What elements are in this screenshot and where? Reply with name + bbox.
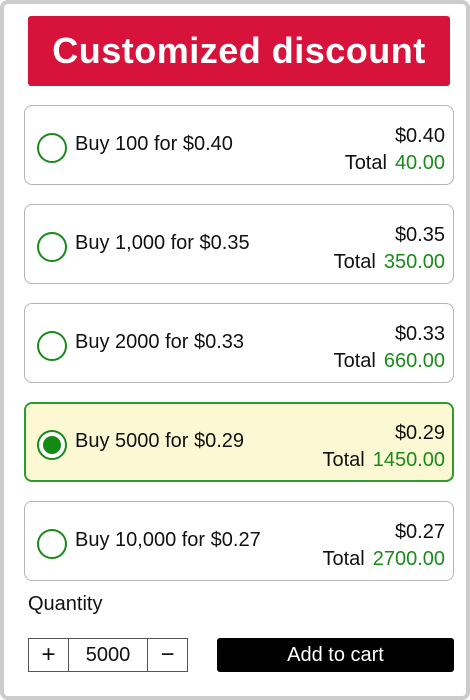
page-title: Customized discount bbox=[28, 16, 450, 86]
discount-option[interactable]: Buy 1,000 for $0.35 $0.35 Total 350.00 bbox=[24, 204, 454, 284]
total-value: 40.00 bbox=[394, 152, 445, 174]
total-value: 660.00 bbox=[383, 350, 445, 372]
discount-option[interactable]: Buy 2000 for $0.33 $0.33 Total 660.00 bbox=[24, 303, 454, 383]
unit-price: $0.33 bbox=[394, 323, 445, 345]
option-label: Buy 2000 for $0.33 bbox=[75, 331, 245, 353]
total-value: 1450.00 bbox=[372, 449, 445, 471]
decrement-button[interactable]: − bbox=[147, 639, 187, 671]
total-label: Total bbox=[322, 548, 365, 570]
total-line: Total 1450.00 bbox=[322, 449, 445, 472]
unit-price: $0.29 bbox=[394, 422, 445, 444]
radio-button[interactable] bbox=[37, 529, 67, 559]
unit-price: $0.27 bbox=[394, 521, 445, 543]
radio-button[interactable] bbox=[37, 430, 67, 460]
total-label: Total bbox=[322, 449, 365, 471]
total-value: 350.00 bbox=[383, 251, 445, 273]
option-label: Buy 100 for $0.40 bbox=[75, 133, 233, 155]
total-line: Total 350.00 bbox=[334, 251, 445, 274]
total-label: Total bbox=[344, 152, 387, 174]
total-line: Total 660.00 bbox=[334, 350, 445, 373]
total-line: Total 40.00 bbox=[345, 152, 445, 175]
unit-price: $0.35 bbox=[394, 224, 445, 246]
total-value: 2700.00 bbox=[372, 548, 445, 570]
radio-button[interactable] bbox=[37, 331, 67, 361]
radio-button[interactable] bbox=[37, 232, 67, 262]
quantity-input[interactable]: 5000 bbox=[69, 639, 147, 671]
quantity-stepper: + 5000 − bbox=[28, 638, 188, 672]
total-label: Total bbox=[333, 251, 376, 273]
add-to-cart-button[interactable]: Add to cart bbox=[217, 638, 454, 672]
radio-dot-icon bbox=[43, 436, 61, 454]
quantity-label: Quantity bbox=[28, 593, 103, 615]
total-line: Total 2700.00 bbox=[322, 548, 445, 571]
radio-button[interactable] bbox=[37, 133, 67, 163]
discount-option-selected[interactable]: Buy 5000 for $0.29 $0.29 Total 1450.00 bbox=[24, 402, 454, 482]
option-label: Buy 5000 for $0.29 bbox=[75, 430, 245, 452]
option-label: Buy 1,000 for $0.35 bbox=[75, 232, 250, 254]
widget-frame: Customized discount Buy 100 for $0.40 $0… bbox=[0, 0, 470, 700]
increment-button[interactable]: + bbox=[29, 639, 69, 671]
option-label: Buy 10,000 for $0.27 bbox=[75, 529, 261, 551]
total-label: Total bbox=[333, 350, 376, 372]
discount-option[interactable]: Buy 100 for $0.40 $0.40 Total 40.00 bbox=[24, 105, 454, 185]
discount-option[interactable]: Buy 10,000 for $0.27 $0.27 Total 2700.00 bbox=[24, 501, 454, 581]
unit-price: $0.40 bbox=[394, 125, 445, 147]
